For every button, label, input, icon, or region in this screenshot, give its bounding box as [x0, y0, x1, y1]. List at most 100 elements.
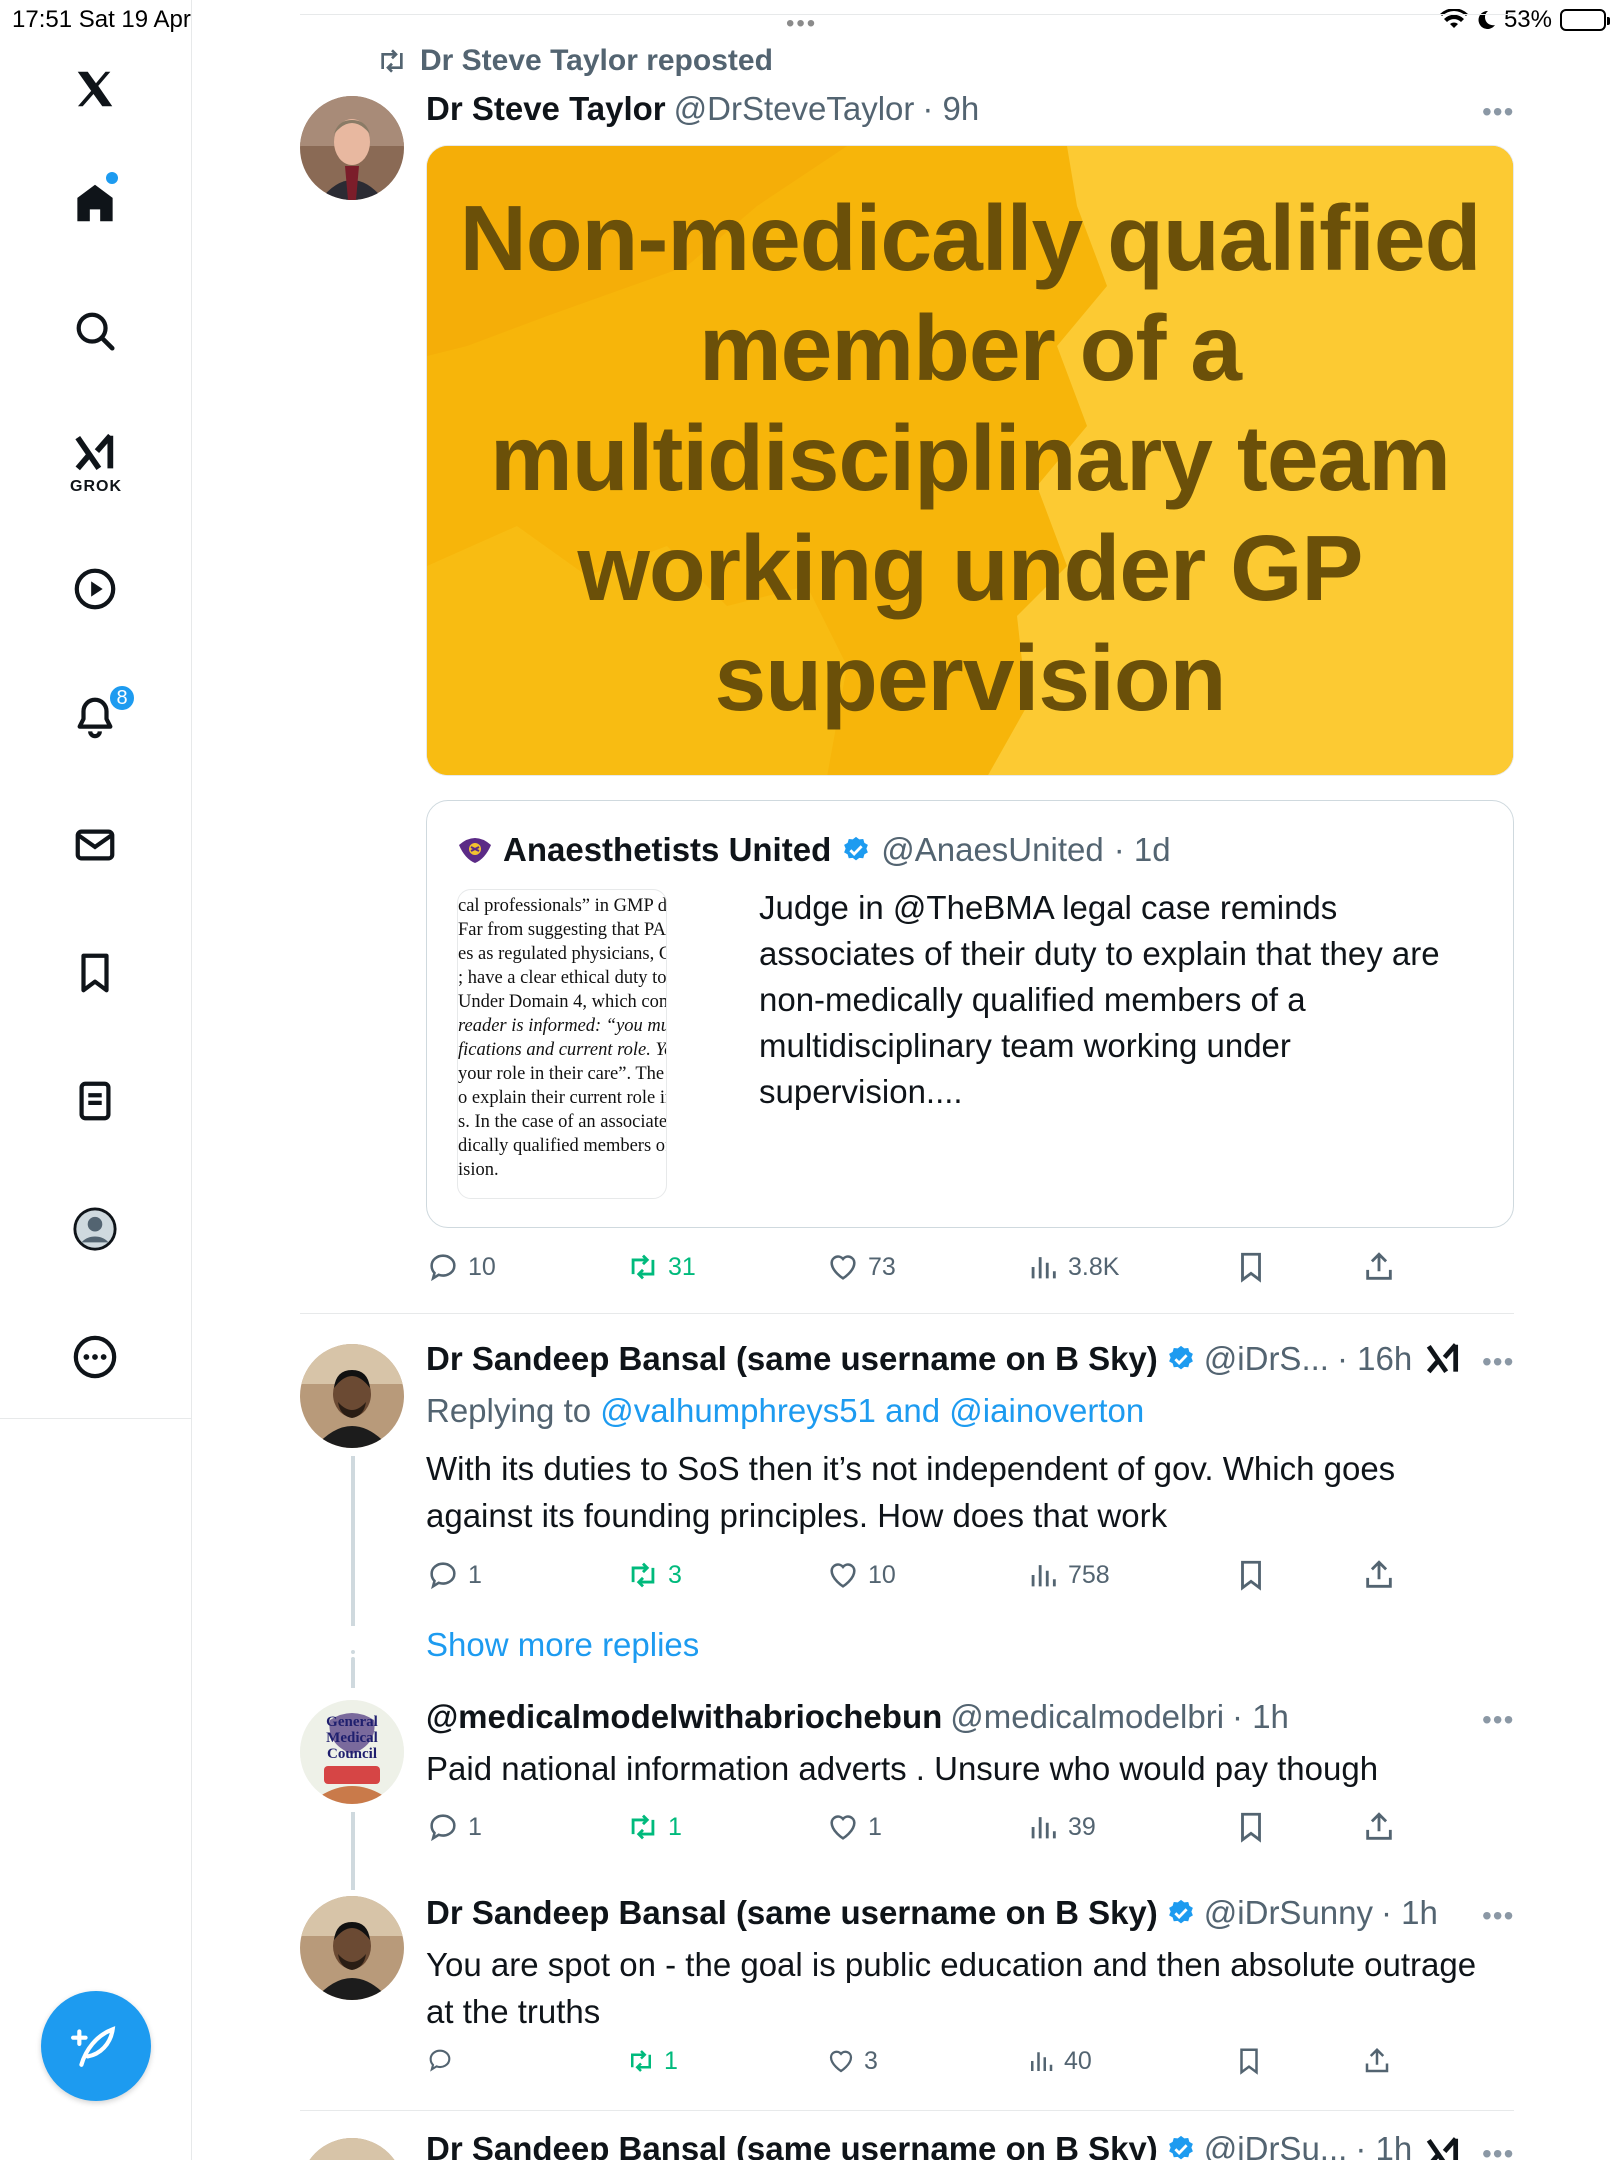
author-handle[interactable]: @iDrSu...: [1204, 2130, 1348, 2160]
author-handle[interactable]: @medicalmodelbri: [950, 1698, 1224, 1736]
like-count: 3: [864, 2046, 878, 2075]
thumb-line: your role in their care”. The guic: [458, 1064, 666, 1084]
repost-count: 1: [664, 2046, 678, 2075]
reply-button[interactable]: 10: [426, 1250, 496, 1284]
repost-button[interactable]: 3: [626, 1558, 682, 1592]
author-name[interactable]: @medicalmodelwithabriochebun: [426, 1698, 942, 1736]
views-button[interactable]: 39: [1026, 1810, 1096, 1844]
messages-envelope-icon[interactable]: [66, 816, 124, 874]
repost-button[interactable]: 1: [626, 1810, 682, 1844]
search-icon[interactable]: [66, 302, 124, 360]
video-play-icon[interactable]: [66, 560, 124, 618]
thumb-line: reader is informed: “you must a: [458, 1016, 666, 1036]
replying-to-users[interactable]: @valhumphreys51 and @iainoverton: [600, 1392, 1144, 1429]
post-divider: [300, 1313, 1514, 1314]
author-name[interactable]: Dr Sandeep Bansal (same username on B Sk…: [426, 1894, 1158, 1932]
bookmark-button[interactable]: [1234, 1250, 1268, 1284]
quote-text: Judge in @TheBMA legal case reminds asso…: [759, 889, 1440, 1110]
avatar-dr-sandeep-bansal[interactable]: [300, 1344, 404, 1448]
author-name[interactable]: Dr Steve Taylor: [426, 90, 666, 128]
author-handle[interactable]: @iDrS...: [1204, 1340, 1329, 1378]
profile-avatar-icon[interactable]: [66, 1200, 124, 1258]
share-button[interactable]: [1362, 2046, 1392, 2076]
quote-header: Anaesthetists United @AnaesUnited · 1d: [457, 831, 1171, 869]
bookmark-button[interactable]: [1234, 1558, 1268, 1592]
battery-icon: [1560, 9, 1610, 31]
reply-icon: [429, 2049, 451, 2072]
more-options-icon[interactable]: [66, 1328, 124, 1386]
lists-icon[interactable]: [66, 1072, 124, 1130]
more-menu-icon[interactable]: •••: [1482, 2138, 1514, 2160]
reposted-by[interactable]: Dr Steve Taylor reposted: [376, 44, 773, 78]
thumb-line: Under Domain 4, which contains: [458, 992, 666, 1012]
reply-count: 1: [468, 1812, 482, 1841]
reply-button[interactable]: 1: [426, 1558, 482, 1592]
view-count: 39: [1068, 1812, 1096, 1841]
reply-count: 1: [468, 1560, 482, 1589]
views-bar-icon: [1031, 2052, 1053, 2071]
repost-button[interactable]: 31: [626, 1250, 696, 1284]
post-time[interactable]: · 1h: [1381, 1894, 1438, 1932]
reply-button[interactable]: 1: [426, 1810, 482, 1844]
quote-thumbnail-document: cal professionals” in GMP does n Far fro…: [457, 889, 667, 1199]
bookmarks-icon[interactable]: [66, 944, 124, 1002]
quoted-post-card[interactable]: Anaesthetists United @AnaesUnited · 1d c…: [426, 800, 1514, 1228]
home-unread-dot: [106, 172, 118, 184]
avatar-dr-sandeep-bansal[interactable]: [300, 1896, 404, 2000]
like-count: 1: [868, 1812, 882, 1841]
post-time[interactable]: · 16h: [1337, 1340, 1412, 1378]
x-logo-icon[interactable]: [66, 60, 124, 118]
thumb-line: fications and current role. You sh: [458, 1040, 666, 1060]
more-menu-icon[interactable]: •••: [1482, 1704, 1514, 1736]
author-name[interactable]: Dr Sandeep Bansal (same username on B Sk…: [426, 1340, 1158, 1378]
main-tweet-actions: 10 31 73 3.8K: [426, 1250, 1514, 1290]
grok-explain-icon[interactable]: [1424, 2134, 1462, 2160]
grok-explain-icon[interactable]: [1424, 1340, 1462, 1386]
repost-count: 31: [668, 1252, 696, 1281]
like-button[interactable]: 10: [826, 1558, 896, 1592]
repost-icon: [381, 49, 403, 73]
share-button[interactable]: [1362, 1810, 1396, 1844]
avatar-dr-sandeep-bansal[interactable]: [300, 2138, 404, 2160]
bookmark-icon: [1241, 1560, 1261, 1591]
reposted-by-text: Dr Steve Taylor reposted: [420, 44, 773, 77]
share-button[interactable]: [1362, 1558, 1396, 1592]
reply-icon: [430, 1814, 456, 1842]
show-more-replies-link[interactable]: Show more replies: [426, 1626, 699, 1664]
reply-button[interactable]: [426, 2046, 454, 2074]
like-button[interactable]: 73: [826, 1250, 896, 1284]
quote-time: · 1d: [1113, 831, 1171, 868]
post-time[interactable]: · 1h: [1232, 1698, 1289, 1736]
avatar-medicalmodel[interactable]: General Medical Council: [300, 1700, 404, 1804]
post-image[interactable]: Non-medically qualified member of a mult…: [426, 145, 1514, 776]
more-menu-icon[interactable]: •••: [1482, 1900, 1514, 1932]
author-handle[interactable]: @iDrSunny: [1204, 1894, 1373, 1932]
bookmark-button[interactable]: [1234, 2046, 1264, 2076]
bookmark-button[interactable]: [1234, 1810, 1268, 1844]
grok-label: GROK: [70, 478, 122, 495]
views-button[interactable]: 758: [1026, 1558, 1110, 1592]
compose-post-button[interactable]: [41, 1991, 151, 2101]
post-time[interactable]: · 9h: [922, 90, 979, 128]
author-handle[interactable]: @DrSteveTaylor: [674, 90, 915, 128]
more-menu-icon[interactable]: •••: [1482, 1346, 1514, 1378]
like-button[interactable]: 1: [826, 1810, 882, 1844]
share-button[interactable]: [1362, 1250, 1396, 1284]
views-button[interactable]: 3.8K: [1026, 1250, 1119, 1284]
avatar-logo-text: General Medical Council: [326, 1714, 378, 1762]
reply-3-header: Dr Sandeep Bansal (same username on B Sk…: [426, 1894, 1438, 1932]
verified-badge-icon: [844, 836, 869, 861]
replying-to-label: Replying to: [426, 1392, 592, 1429]
like-button[interactable]: 3: [826, 2046, 878, 2076]
grok-icon[interactable]: [66, 424, 124, 482]
heart-icon: [830, 1815, 856, 1840]
share-icon: [1365, 2047, 1389, 2073]
view-count: 40: [1064, 2046, 1092, 2075]
author-name[interactable]: Dr Sandeep Bansal (same username on B Sk…: [426, 2130, 1158, 2160]
post-time[interactable]: · 1h: [1355, 2130, 1412, 2160]
views-button[interactable]: 40: [1026, 2046, 1092, 2076]
repost-icon: [631, 1814, 655, 1840]
avatar-dr-steve-taylor[interactable]: [300, 96, 404, 200]
repost-button[interactable]: 1: [626, 2046, 678, 2076]
more-menu-icon[interactable]: •••: [1482, 96, 1514, 128]
